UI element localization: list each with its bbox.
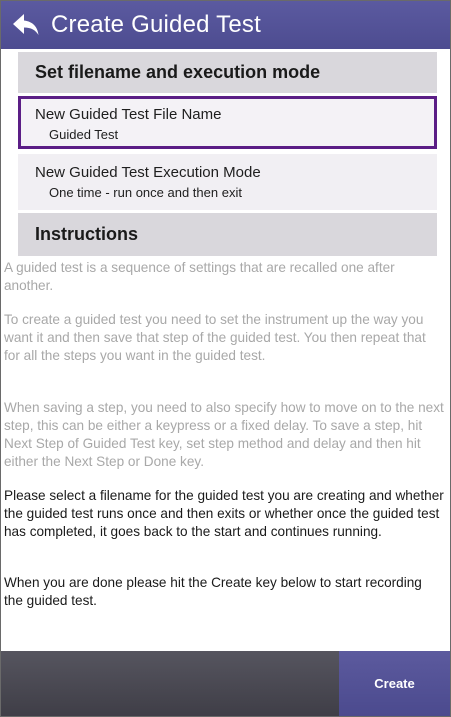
execution-mode-value: One time - run once and then exit bbox=[49, 185, 242, 200]
instructions-paragraph-3: When saving a step, you need to also spe… bbox=[4, 400, 444, 469]
instructions-paragraph-4: Please select a filename for the guided … bbox=[4, 488, 444, 539]
create-button[interactable]: Create bbox=[339, 651, 450, 716]
section-header-filename-mode: Set filename and execution mode bbox=[18, 52, 437, 93]
instructions-paragraph-2: To create a guided test you need to set … bbox=[4, 312, 426, 363]
section-header-instructions: Instructions bbox=[18, 213, 437, 256]
page-title: Create Guided Test bbox=[51, 11, 261, 38]
file-name-label: New Guided Test File Name bbox=[35, 106, 222, 123]
instructions-paragraph-5: When you are done please hit the Create … bbox=[4, 575, 422, 608]
back-arrow-icon bbox=[13, 14, 39, 35]
back-button[interactable] bbox=[1, 1, 51, 49]
file-name-field[interactable]: New Guided Test File Name Guided Test bbox=[18, 96, 437, 149]
instructions-paragraph-1: A guided test is a sequence of settings … bbox=[4, 260, 395, 293]
bottom-softkey-bar: Create bbox=[1, 651, 450, 716]
file-name-value: Guided Test bbox=[49, 127, 119, 142]
title-bar: Create Guided Test bbox=[1, 1, 450, 49]
app-frame: Create Guided Test Set filename and exec… bbox=[0, 0, 451, 717]
execution-mode-label: New Guided Test Execution Mode bbox=[35, 164, 261, 181]
execution-mode-field[interactable]: New Guided Test Execution Mode One time … bbox=[18, 154, 437, 210]
